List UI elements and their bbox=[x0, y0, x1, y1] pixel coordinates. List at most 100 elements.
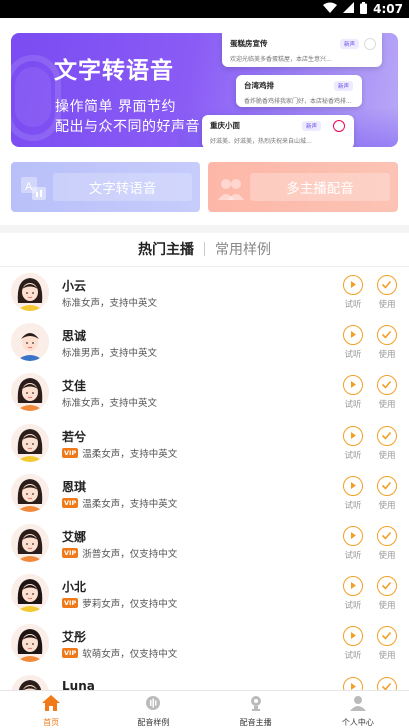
banner-subtitle-line1: 操作简单 界面节约 bbox=[55, 99, 176, 115]
listen-button[interactable]: 试听 bbox=[341, 576, 365, 611]
use-button[interactable]: 使用 bbox=[375, 375, 399, 410]
banner-card-tag: 新声 bbox=[334, 81, 354, 91]
banner-sample-card: 重庆小面 好滋美、好滋美，热烈庆祝来自山城... 新声 bbox=[202, 115, 354, 147]
text-to-speech-button[interactable]: A 文字转语音 bbox=[11, 162, 200, 212]
listen-label: 试听 bbox=[344, 350, 362, 361]
use-button[interactable]: 使用 bbox=[375, 475, 399, 511]
profile-icon bbox=[349, 695, 366, 715]
anchor-row[interactable]: 小北 VIP 萝莉女声，仅支持中文 试听 使用 bbox=[0, 568, 409, 618]
microphone-inner-decoration bbox=[15, 67, 51, 127]
nav-profile[interactable]: 个人中心 bbox=[307, 691, 409, 728]
check-icon bbox=[377, 576, 397, 597]
tab-common-samples[interactable]: 常用样例 bbox=[215, 239, 271, 259]
play-icon bbox=[343, 475, 363, 496]
use-button[interactable]: 使用 bbox=[375, 626, 399, 661]
banner-card-title: 重庆小面 bbox=[210, 121, 240, 130]
anchor-row[interactable]: 艾佳 标准女声，支持中英文 试听 使用 bbox=[0, 367, 409, 417]
anchor-avatar bbox=[11, 323, 49, 362]
anchor-description: VIP 软萌女声，仅支持中文 bbox=[62, 646, 177, 660]
banner-card-text: 好滋美、好滋美，热烈庆祝来自山城... bbox=[210, 138, 312, 145]
anchor-description: VIP 萝莉女声，仅支持中文 bbox=[62, 596, 177, 610]
anchor-name: 若兮 bbox=[62, 429, 87, 444]
banner-card-tag: 新声 bbox=[340, 39, 360, 49]
anchor-avatar bbox=[11, 273, 49, 311]
play-icon bbox=[343, 576, 363, 597]
banner-subtitle-line2: 配出与众不同的好声音 bbox=[55, 119, 200, 135]
listen-button[interactable]: 试听 bbox=[341, 475, 365, 511]
anchor-tabs: 热门主播 常用样例 bbox=[0, 238, 409, 260]
listen-button[interactable]: 试听 bbox=[341, 525, 365, 561]
use-button[interactable]: 使用 bbox=[375, 525, 399, 561]
anchor-row[interactable]: 小云标准女声，支持中英文 试听 使用 bbox=[0, 267, 409, 317]
use-button[interactable]: 使用 bbox=[375, 325, 399, 360]
anchor-description-text: 软萌女声，仅支持中文 bbox=[82, 649, 178, 661]
anchor-row[interactable]: 艾彤 VIP 软萌女声，仅支持中文 试听 使用 bbox=[0, 618, 409, 668]
anchor-description: 标准女声，支持中英文 bbox=[62, 395, 157, 409]
anchor-description: 标准女声，支持中英文 bbox=[62, 295, 157, 309]
listen-button[interactable]: 试听 bbox=[341, 325, 365, 360]
listen-button[interactable]: 试听 bbox=[341, 275, 365, 310]
vip-badge: VIP bbox=[62, 648, 79, 659]
nav-anchors-label: 配音主播 bbox=[239, 718, 272, 727]
use-button[interactable]: 使用 bbox=[375, 576, 399, 611]
text-to-speech-icon: A bbox=[19, 173, 49, 203]
section-divider bbox=[0, 225, 409, 233]
anchor-name: 小云 bbox=[62, 279, 87, 293]
banner-sample-card: 蛋糕房宣传 欢迎光临美多香蛋糕屋，本店生意兴... 新声 bbox=[222, 33, 382, 67]
battery-icon bbox=[360, 1, 368, 17]
listen-button[interactable]: 试听 bbox=[341, 375, 365, 410]
use-label: 使用 bbox=[378, 601, 396, 612]
check-icon bbox=[377, 275, 397, 295]
banner-card-text: 欢迎光临美多香蛋糕屋，本店生意兴... bbox=[230, 56, 332, 63]
nav-samples[interactable]: 配音样例 bbox=[102, 691, 204, 728]
anchor-name: 艾彤 bbox=[62, 630, 87, 645]
listen-button[interactable]: 试听 bbox=[341, 626, 365, 661]
use-label: 使用 bbox=[378, 550, 396, 561]
anchor-row[interactable]: 艾娜 VIP 浙普女声，仅支持中文 试听 使用 bbox=[0, 518, 409, 568]
play-icon bbox=[343, 325, 363, 346]
vip-badge: VIP bbox=[62, 497, 79, 508]
anchor-description-text: 标准男声，支持中英文 bbox=[62, 348, 158, 360]
anchor-row[interactable]: 恩琪 VIP 温柔女声，支持中英文 试听 使用 bbox=[0, 468, 409, 518]
play-icon bbox=[343, 425, 363, 446]
use-label: 使用 bbox=[378, 350, 396, 361]
listen-label: 试听 bbox=[344, 550, 362, 561]
nav-profile-label: 个人中心 bbox=[341, 718, 374, 727]
play-icon bbox=[343, 626, 363, 647]
use-label: 使用 bbox=[378, 300, 396, 310]
anchor-avatar bbox=[11, 473, 49, 512]
anchor-icon bbox=[248, 695, 264, 715]
tab-hot-anchors[interactable]: 热门主播 bbox=[138, 239, 194, 259]
nav-samples-label: 配音样例 bbox=[137, 718, 170, 727]
use-button[interactable]: 使用 bbox=[375, 425, 399, 461]
play-icon bbox=[343, 525, 363, 546]
anchor-description-text: 温柔女声，支持中英文 bbox=[82, 498, 178, 510]
anchor-description: VIP 温柔女声，支持中英文 bbox=[62, 496, 177, 510]
anchor-avatar bbox=[11, 373, 49, 412]
banner-card-text: 香炸脆香鸡排我家门好，本店秘香鸡排... bbox=[244, 98, 352, 105]
listen-button[interactable]: 试听 bbox=[341, 425, 365, 461]
vip-badge: VIP bbox=[62, 547, 79, 558]
home-icon bbox=[42, 695, 61, 715]
check-icon bbox=[377, 425, 397, 446]
signal-icon bbox=[343, 2, 355, 16]
anchor-row[interactable]: 若兮 VIP 温柔女声，支持中英文 试听 使用 bbox=[0, 418, 409, 468]
check-icon bbox=[377, 626, 397, 647]
anchor-description: 标准男声，支持中英文 bbox=[62, 345, 157, 359]
anchor-description: VIP 浙普女声，仅支持中文 bbox=[62, 546, 177, 560]
use-button[interactable]: 使用 bbox=[375, 275, 399, 310]
promo-banner[interactable]: 文字转语音 操作简单 界面节约 配出与众不同的好声音 蛋糕房宣传 欢迎光临美多香… bbox=[11, 33, 398, 147]
anchor-row[interactable]: 思诚 标准男声，支持中英文 试听 使用 bbox=[0, 317, 409, 367]
check-icon bbox=[364, 38, 376, 50]
anchor-description-text: 标准女声，支持中英文 bbox=[62, 398, 158, 410]
nav-anchors[interactable]: 配音主播 bbox=[205, 691, 307, 728]
multi-anchor-label: 多主播配音 bbox=[250, 173, 390, 201]
status-time: 4:07 bbox=[373, 2, 403, 16]
listen-label: 试听 bbox=[344, 500, 362, 511]
wifi-icon bbox=[323, 2, 338, 16]
multi-anchor-button[interactable]: 多主播配音 bbox=[208, 162, 398, 212]
anchor-avatar bbox=[11, 523, 49, 562]
anchor-name: 艾娜 bbox=[62, 529, 87, 544]
vip-badge: VIP bbox=[62, 598, 79, 609]
nav-home[interactable]: 首页 bbox=[0, 691, 102, 728]
